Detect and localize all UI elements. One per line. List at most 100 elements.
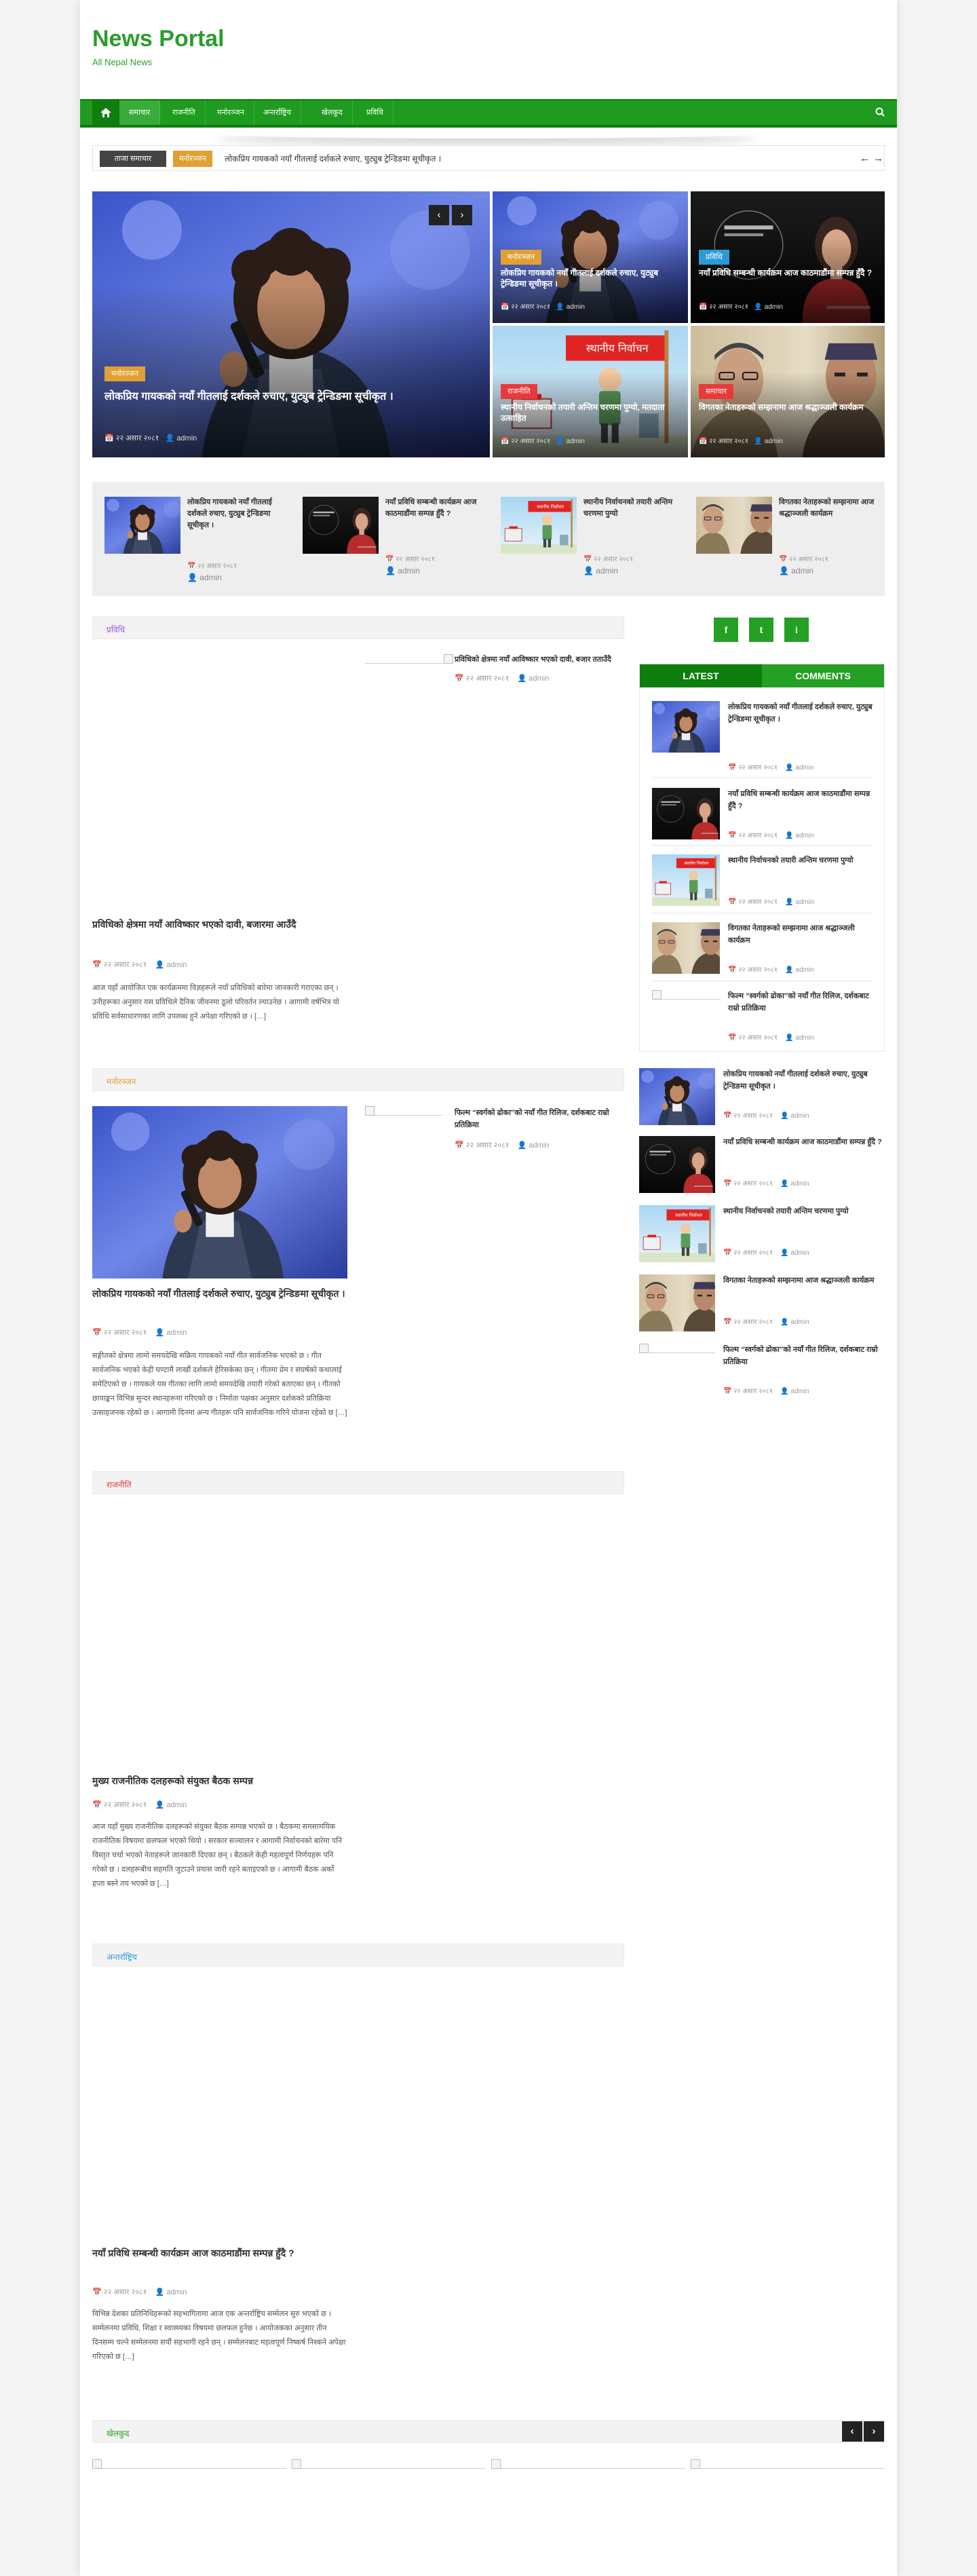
section1-main-title[interactable]: प्रविधिको क्षेत्रमा नयाँ आविष्कार भएको द… (92, 917, 347, 932)
sidebar-list-meta-3: 📅 २२ असार २०८१ 👤 admin (723, 1249, 809, 1257)
nav-search-button[interactable] (875, 107, 886, 118)
twitter-icon[interactable]: t (749, 618, 773, 642)
section1-side-item-1[interactable]: प्रविधिको क्षेत्रमा नयाँ आविष्कार भएको द… (365, 654, 624, 695)
strip-item-3[interactable]: स्थानीय निर्वाचनको तयारी अन्तिम चरणमा पु… (501, 497, 691, 585)
strip-date-1: 📅 २२ असार २०८१ (187, 563, 237, 570)
bottom-section-bar: खेलकुद ‹ › (92, 2420, 885, 2443)
slider-prev-button[interactable]: ‹ (429, 205, 449, 225)
section-label-3[interactable]: राजनीति (107, 1479, 132, 1490)
strip-author-2[interactable]: 👤 admin (385, 566, 420, 575)
bottom-item-3[interactable] (491, 2459, 685, 2473)
nav-home-button[interactable] (92, 100, 119, 125)
strip-author-1[interactable]: 👤 admin (187, 573, 222, 582)
search-icon (875, 107, 885, 117)
ticker-next-arrow-icon[interactable]: → (873, 153, 883, 164)
sidebar-list-thumb-4 (639, 1274, 715, 1331)
sidebar-list-title-4[interactable]: विगतका नेताहरूको सम्झनामा आज श्रद्धाञ्जल… (723, 1274, 885, 1287)
hero-grid-tile-3[interactable]: राजनीति स्थानीय निर्वाचनको तयारी अन्तिम … (493, 326, 688, 457)
latest-title-2[interactable]: नयाँ प्रविधि सम्बन्धी कार्यक्रम आज काठमा… (728, 788, 877, 812)
ticker-headline[interactable]: लोकप्रिय गायकको नयाँ गीतलाई दर्शकले रुचा… (225, 153, 441, 164)
hero-grid-tile-2[interactable]: प्रविधि नयाँ प्रविधि सम्बन्धी कार्यक्रम … (691, 191, 885, 323)
latest-title-1[interactable]: लोकप्रिय गायकको नयाँ गीतलाई दर्शकले रुचा… (728, 701, 877, 725)
sidebar-list-thumb-1 (639, 1068, 715, 1125)
latest-title-5[interactable]: फिल्म “स्वर्गको ढोका”को नयाँ गीत रिलिज, … (728, 990, 877, 1015)
strip-date-2: 📅 २२ असार २०८१ (385, 556, 436, 563)
hero-grid-meta-1: 📅 २२ असार २०८१ 👤 admin (501, 303, 585, 311)
strip-title-2[interactable]: नयाँ प्रविधि सम्बन्धी कार्यक्रम आज काठमा… (385, 497, 491, 520)
strip-title-1[interactable]: लोकप्रिय गायकको नयाँ गीतलाई दर्शकले रुचा… (187, 497, 292, 531)
section2-side-item-1[interactable]: फिल्म “स्वर्गको ढोका”को नयाँ गीत रिलिज, … (365, 1106, 624, 1150)
nav-shadow (216, 129, 759, 138)
strip-item-2[interactable]: नयाँ प्रविधि सम्बन्धी कार्यक्रम आज काठमा… (303, 497, 493, 585)
sidebar-tabs-widget: LATEST COMMENTS लोकप्रिय गायकको नयाँ गीत… (639, 664, 885, 1052)
hero-grid-title-2[interactable]: नयाँ प्रविधि सम्बन्धी कार्यक्रम आज काठमा… (699, 267, 877, 278)
strip-item-4[interactable]: विगतका नेताहरूको सम्झनामा आज श्रद्धाञ्जल… (696, 497, 886, 585)
hero-grid-category-3[interactable]: राजनीति (501, 384, 537, 399)
section2-side-title-1[interactable]: फिल्म “स्वर्गको ढोका”को नयाँ गीत रिलिज, … (455, 1107, 623, 1131)
section-label-1[interactable]: प्रविधि (107, 624, 125, 635)
section2-main-image[interactable] (92, 1106, 347, 1278)
tab-comments[interactable]: COMMENTS (762, 664, 884, 687)
bottom-item-2[interactable] (292, 2459, 486, 2473)
sidebar-list-title-3[interactable]: स्थानीय निर्वाचनको तयारी अन्तिम चरणमा पु… (723, 1205, 885, 1217)
sidebar-list-meta-4: 📅 २२ असार २०८१ 👤 admin (723, 1319, 809, 1326)
facebook-icon[interactable]: f (714, 618, 738, 642)
bottom-item-1[interactable] (92, 2459, 286, 2473)
section2-main-title[interactable]: लोकप्रिय गायकको नयाँ गीतलाई दर्शकले रुचा… (92, 1287, 347, 1302)
hero-grid-title-4[interactable]: विगतका नेताहरूको सम्झनामा आज श्रद्धाञ्जल… (699, 402, 877, 413)
hero-grid-category-1[interactable]: मनोरञ्जन (501, 250, 541, 265)
strip-author-4[interactable]: 👤 admin (779, 566, 813, 575)
bottom-section-label[interactable]: खेलकुद (107, 2427, 130, 2439)
section-label-2[interactable]: मनोरञ्जन (107, 1076, 136, 1087)
hero-grid-title-1[interactable]: लोकप्रिय गायकको नयाँ गीतलाई दर्शकले रुचा… (501, 267, 678, 289)
tab-latest[interactable]: LATEST (640, 664, 762, 687)
broken-image-icon (365, 1106, 375, 1116)
hero-main-title[interactable]: लोकप्रिय गायकको नयाँ गीतलाई दर्शकले रुचा… (104, 390, 471, 404)
hero-grid-category-4[interactable]: समाचार (699, 384, 734, 399)
hero-grid-meta-4: 📅 २२ असार २०८१ 👤 admin (699, 438, 783, 445)
strip-thumb-3 (501, 497, 577, 554)
section-label-4[interactable]: अन्तर्राष्ट्रिय (107, 1951, 137, 1963)
slider-next-button[interactable]: › (452, 205, 472, 225)
latest-meta-3: 📅 २२ असार २०८१ 👤 admin (728, 898, 814, 906)
strip-item-1[interactable]: लोकप्रिय गायकको नयाँ गीतलाई दर्शकले रुचा… (104, 497, 294, 585)
ticker-prev-arrow-icon[interactable]: ← (860, 153, 870, 164)
broken-image-icon (292, 2459, 301, 2469)
nav-item-5[interactable]: खेलकुद (312, 100, 353, 125)
nav-item-1[interactable]: समाचार (119, 100, 161, 125)
sidebar-list-title-2[interactable]: नयाँ प्रविधि सम्बन्धी कार्यक्रम आज काठमा… (723, 1136, 885, 1148)
instagram-icon[interactable]: i (784, 618, 809, 642)
bottom-prev-button[interactable]: ‹ (842, 2421, 862, 2442)
site-title[interactable]: News Portal (92, 26, 225, 52)
hero-grid-tile-4[interactable]: समाचार विगतका नेताहरूको सम्झनामा आज श्रद… (691, 326, 885, 457)
hero-main-category[interactable]: मनोरञ्जन (104, 366, 145, 381)
latest-meta-5: 📅 २२ असार २०८१ 👤 admin (728, 1034, 814, 1042)
nav-item-6[interactable]: प्रविधि (357, 100, 394, 125)
sidebar-list-title-1[interactable]: लोकप्रिय गायकको नयाँ गीतलाई दर्शकले रुचा… (723, 1068, 885, 1093)
section4-main-meta: 📅 २२ असार २०८१ 👤 admin (92, 2288, 187, 2296)
latest-meta-4: 📅 २२ असार २०८१ 👤 admin (728, 966, 814, 974)
nav-item-2[interactable]: राजनीति (163, 100, 206, 125)
strip-title-4[interactable]: विगतका नेताहरूको सम्झनामा आज श्रद्धाञ्जल… (779, 497, 884, 520)
nav-item-3[interactable]: मनोरञ्जन (208, 100, 254, 125)
section4-main-title[interactable]: नयाँ प्रविधि सम्बन्धी कार्यक्रम आज काठमा… (92, 2246, 347, 2261)
section1-side-meta-1: 📅 २२ असार २०८१ 👤 admin (455, 675, 550, 683)
hero-grid-title-3[interactable]: स्थानीय निर्वाचनको तयारी अन्तिम चरणमा पु… (501, 402, 678, 423)
latest-title-3[interactable]: स्थानीय निर्वाचनको तयारी अन्तिम चरणमा पु… (728, 854, 877, 867)
strip-title-3[interactable]: स्थानीय निर्वाचनको तयारी अन्तिम चरणमा पु… (583, 497, 689, 520)
chevron-right-icon: › (872, 2425, 876, 2437)
hero-main-tile[interactable]: मनोरञ्जन लोकप्रिय गायकको नयाँ गीतलाई दर्… (92, 191, 490, 457)
nav-item-4[interactable]: अन्तर्राष्ट्रिय (254, 100, 302, 125)
hero-grid-category-2[interactable]: प्रविधि (699, 250, 729, 265)
ticker-badge[interactable]: मनोरञ्जन (173, 151, 212, 167)
sidebar-list-title-5[interactable]: फिल्म “स्वर्गको ढोका”को नयाँ गीत रिलिज, … (723, 1344, 885, 1368)
main-nav: समाचार राजनीति मनोरञ्जन अन्तर्राष्ट्रिय … (80, 99, 897, 128)
section1-side-title-1[interactable]: प्रविधिको क्षेत्रमा नयाँ आविष्कार भएको द… (455, 654, 623, 666)
section3-main-title[interactable]: मुख्य राजनीतिक दलहरूको संयुक्त बैठक सम्प… (92, 1774, 347, 1789)
bottom-next-button[interactable]: › (864, 2421, 884, 2442)
hero-grid-tile-1[interactable]: मनोरञ्जन लोकप्रिय गायकको नयाँ गीतलाई दर्… (493, 191, 688, 323)
bottom-item-4[interactable] (691, 2459, 885, 2473)
strip-author-3[interactable]: 👤 admin (583, 566, 618, 575)
section2-side-meta-1: 📅 २२ असार २०८१ 👤 admin (455, 1141, 550, 1150)
latest-title-4[interactable]: विगतका नेताहरूको सम्झनामा आज श्रद्धाञ्जल… (728, 922, 877, 947)
